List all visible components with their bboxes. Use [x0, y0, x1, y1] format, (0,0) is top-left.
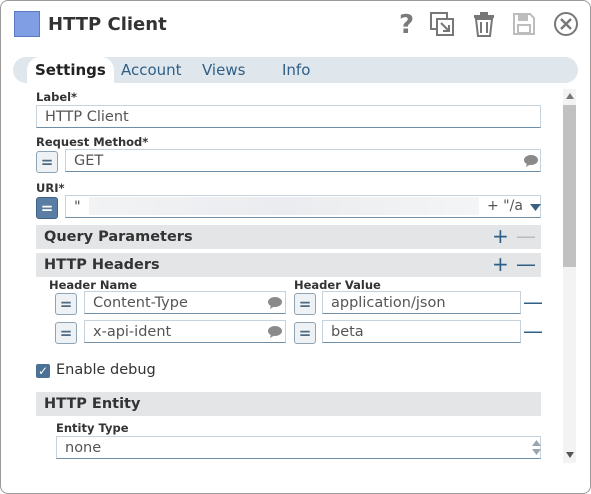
- request-method-title: Request Method*: [36, 135, 149, 149]
- query-parameters-section: Query Parameters + —: [36, 225, 541, 249]
- http-headers-title: HTTP Headers: [44, 257, 160, 273]
- uri-title: URI*: [36, 181, 65, 195]
- help-icon[interactable]: ?: [393, 10, 421, 38]
- uri-value-end: + "/a: [487, 198, 523, 214]
- select-arrows-icon[interactable]: [532, 440, 541, 455]
- scroll-up-icon[interactable]: [566, 93, 574, 99]
- scroll-down-icon[interactable]: [566, 452, 574, 458]
- header-value-expression-toggle[interactable]: =: [294, 293, 316, 315]
- svg-text:?: ?: [399, 11, 414, 37]
- header-name-expression-toggle[interactable]: =: [55, 293, 77, 315]
- remove-header-button[interactable]: —: [516, 253, 536, 275]
- header-name-input[interactable]: x-api-ident: [84, 320, 286, 343]
- tab-settings[interactable]: Settings: [27, 57, 114, 83]
- add-query-parameter-button[interactable]: +: [492, 225, 509, 247]
- uri-expression-toggle[interactable]: =: [36, 197, 58, 219]
- header-name-input[interactable]: Content-Type: [84, 291, 286, 314]
- comment-bubble-icon[interactable]: [524, 155, 538, 167]
- trash-icon[interactable]: [470, 10, 498, 38]
- query-parameters-title: Query Parameters: [44, 229, 193, 245]
- remove-query-parameter-button[interactable]: —: [516, 225, 536, 247]
- enable-debug-checkbox[interactable]: ✓: [36, 364, 50, 378]
- chevron-down-icon[interactable]: [530, 204, 541, 212]
- comment-bubble-icon[interactable]: [268, 326, 282, 338]
- comment-bubble-icon[interactable]: [268, 297, 282, 309]
- dialog-title: HTTP Client: [48, 14, 167, 35]
- entity-type-title: Entity Type: [56, 421, 129, 435]
- scrollbar-thumb[interactable]: [563, 105, 576, 267]
- enable-debug-label: Enable debug: [56, 362, 156, 378]
- uri-redacted-text: [89, 197, 479, 215]
- http-client-dialog: HTTP Client ? Settings Account Views Inf…: [0, 0, 591, 494]
- remove-header-row-button[interactable]: —: [523, 321, 543, 341]
- tab-account[interactable]: Account: [121, 57, 182, 83]
- header-value-column-title: Header Value: [294, 278, 381, 292]
- header-value-input[interactable]: beta: [322, 320, 521, 343]
- uri-value-start: ": [74, 199, 81, 215]
- snap-color-swatch: [14, 11, 40, 37]
- http-headers-section: HTTP Headers + —: [36, 253, 541, 277]
- remove-header-row-button[interactable]: —: [523, 292, 543, 312]
- header-value-expression-toggle[interactable]: =: [294, 322, 316, 344]
- http-entity-title: HTTP Entity: [44, 396, 141, 412]
- save-icon[interactable]: [510, 10, 538, 38]
- tab-views[interactable]: Views: [202, 57, 245, 83]
- request-method-expression-toggle[interactable]: =: [36, 151, 58, 173]
- copy-icon[interactable]: [428, 10, 456, 38]
- label-input[interactable]: HTTP Client: [36, 105, 541, 128]
- close-icon[interactable]: [552, 10, 580, 38]
- header-name-column-title: Header Name: [49, 278, 138, 292]
- entity-type-select[interactable]: none: [56, 436, 541, 459]
- header-name-expression-toggle[interactable]: =: [55, 322, 77, 344]
- tab-info[interactable]: Info: [282, 57, 310, 83]
- tab-bar: Settings Account Views Info: [13, 57, 578, 83]
- http-entity-section: HTTP Entity: [36, 392, 541, 416]
- label-field-title: Label*: [36, 90, 78, 104]
- request-method-input[interactable]: GET: [65, 149, 541, 172]
- add-header-button[interactable]: +: [492, 253, 509, 275]
- header-value-input[interactable]: application/json: [322, 291, 521, 314]
